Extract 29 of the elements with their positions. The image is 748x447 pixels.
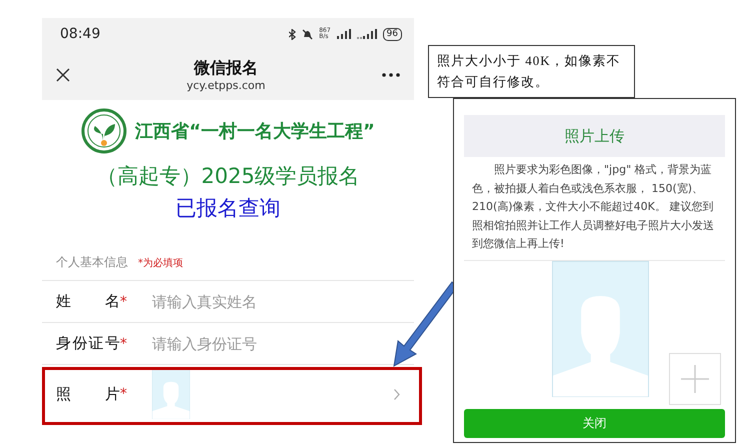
close-icon[interactable] xyxy=(56,68,70,82)
field-label: 姓 名 xyxy=(56,292,120,311)
page-url: ycy.etpps.com xyxy=(186,79,266,92)
page-title: 微信报名 xyxy=(194,58,258,79)
field-label: 照 片 xyxy=(56,384,120,404)
callout-note: 照片大小小于 40K，如像素不符合可自行修改。 xyxy=(428,45,635,98)
plus-icon xyxy=(681,364,709,392)
query-link[interactable]: 已报名查询 xyxy=(176,194,280,222)
input-field[interactable]: 请输入真实姓名 xyxy=(152,292,352,310)
clock-time: 08:49 xyxy=(60,26,102,42)
enrollment-title: （高起专）2025级学员报名 xyxy=(96,163,360,190)
signal-icon xyxy=(356,29,377,39)
required-note: *为必填项 xyxy=(138,256,183,270)
portrait-placeholder-icon xyxy=(552,260,649,396)
more-icon[interactable] xyxy=(382,73,400,77)
required-asterisk: * xyxy=(120,386,127,402)
signal-icon xyxy=(336,29,351,39)
dialog-title: 照片上传 xyxy=(464,115,725,157)
sprout-logo-icon xyxy=(81,108,128,154)
battery-level: 96 xyxy=(382,28,402,40)
input-field[interactable]: 请输入身份证号 xyxy=(152,334,352,352)
portrait-placeholder-icon xyxy=(152,369,190,419)
required-asterisk: * xyxy=(120,336,127,352)
required-asterisk: * xyxy=(120,294,127,310)
section-label: 个人基本信息 xyxy=(56,254,128,271)
muted-bell-icon xyxy=(302,28,314,40)
bluetooth-icon xyxy=(289,28,296,40)
field-label: 身份证号 xyxy=(56,334,120,353)
program-title: 江西省“一村一名大学生工程” xyxy=(135,120,375,143)
